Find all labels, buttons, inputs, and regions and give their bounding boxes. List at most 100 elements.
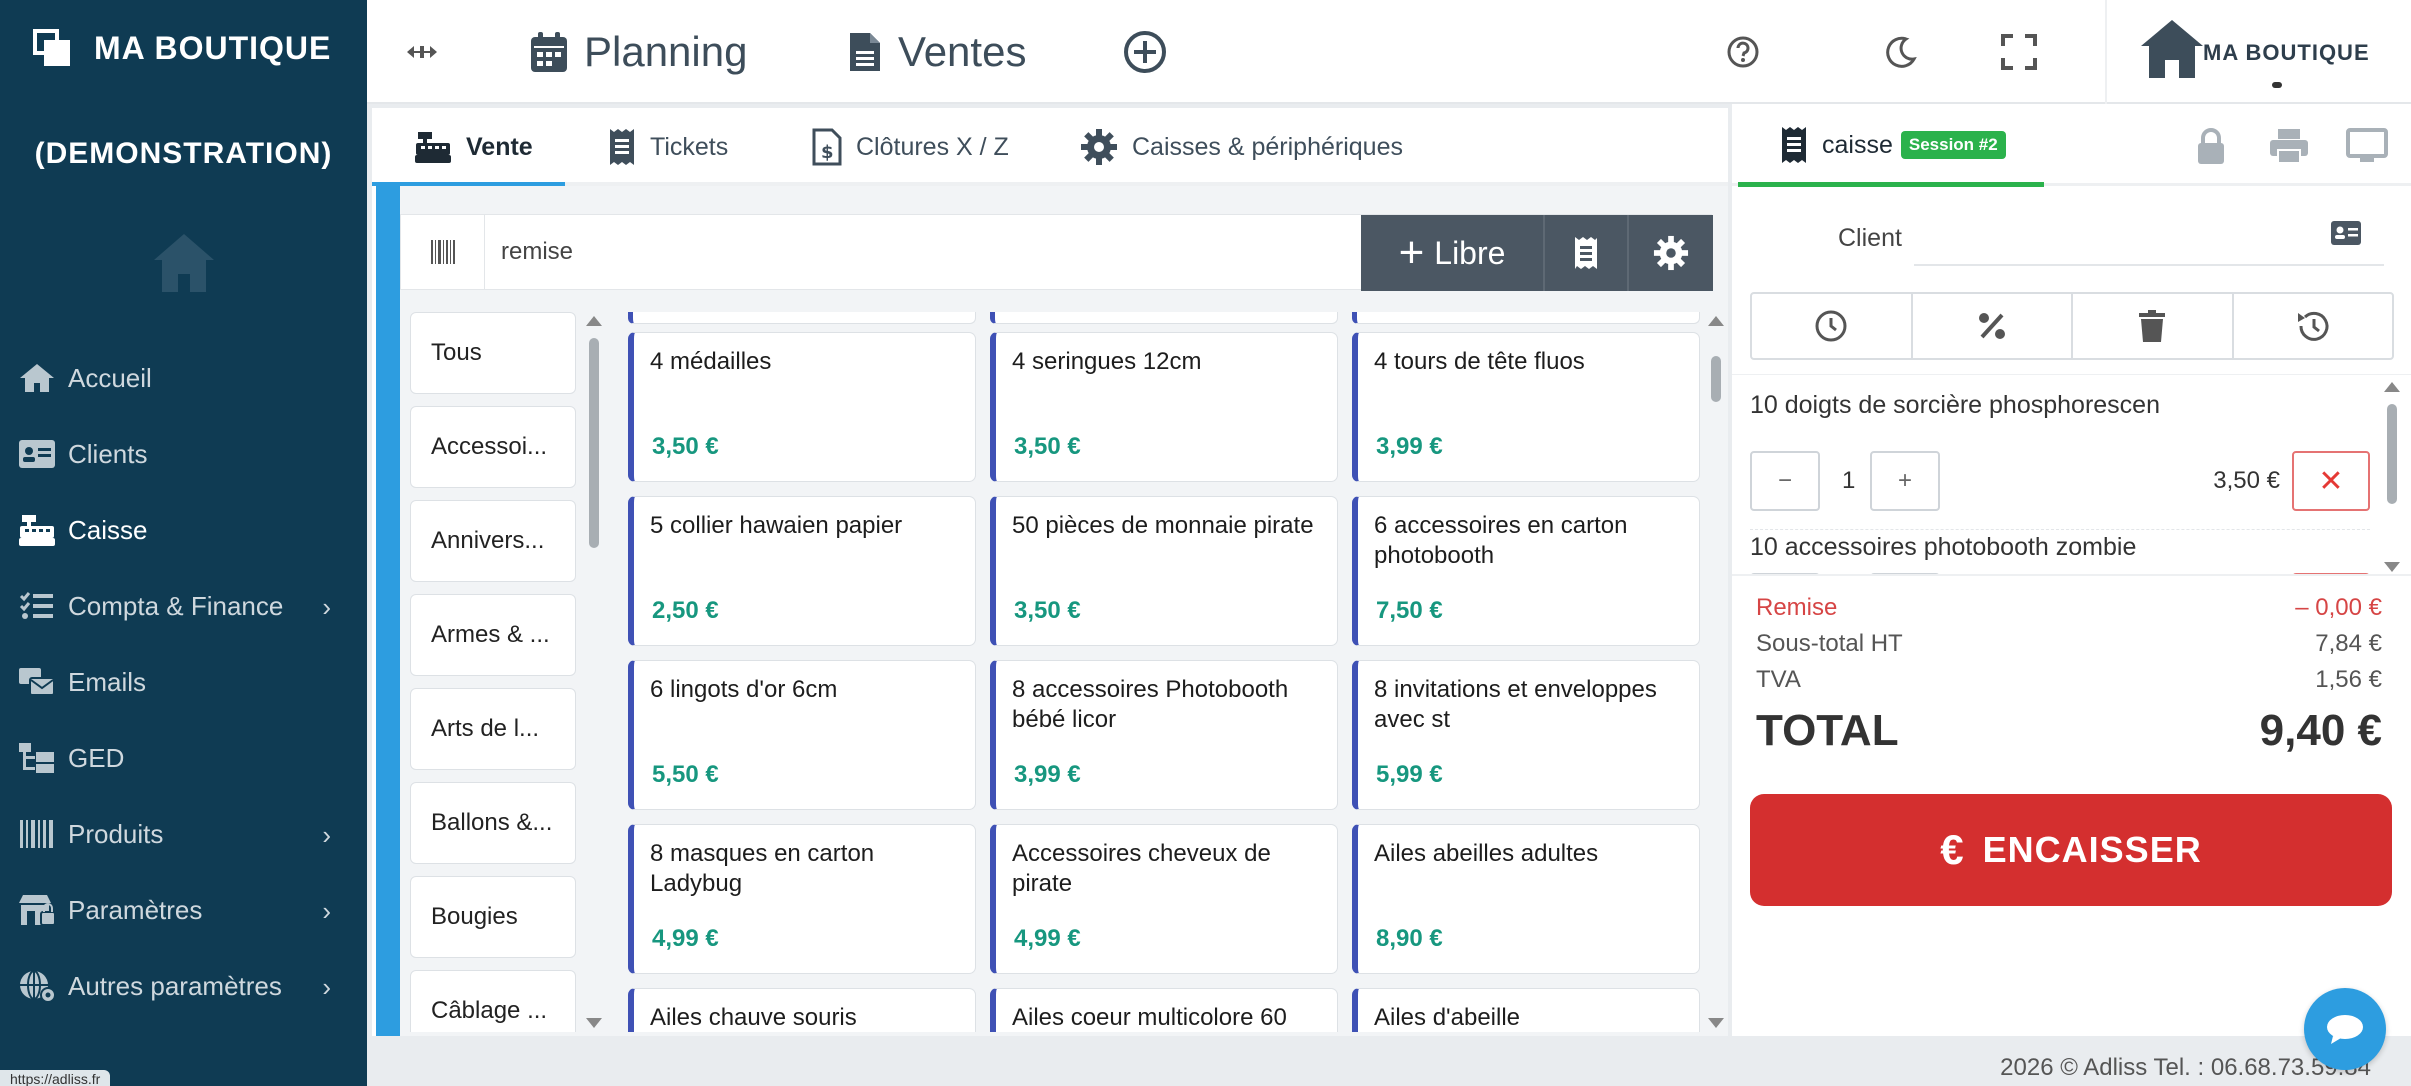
help-button[interactable]	[1721, 30, 1765, 74]
product-card[interactable]: 6 accessoires en carton photobooth 7,50 €	[1352, 496, 1700, 646]
sidebar-item-parametres[interactable]: Paramètres ›	[0, 872, 367, 948]
lock-button[interactable]	[2188, 124, 2234, 168]
category-item[interactable]: Tous	[410, 312, 576, 394]
customer-display-button[interactable]	[2344, 124, 2390, 168]
receipt-button[interactable]	[1545, 215, 1629, 291]
divider	[1750, 529, 2370, 530]
history-button[interactable]	[2234, 294, 2393, 358]
sidebar-item-emails[interactable]: Emails	[0, 644, 367, 720]
product-card-partial[interactable]	[990, 312, 1338, 324]
collapse-sidebar-button[interactable]	[405, 0, 439, 104]
product-name: 6 lingots d'or 6cm	[650, 676, 838, 703]
qty-increase-button[interactable]: +	[1870, 451, 1940, 511]
scroll-up-icon[interactable]	[586, 316, 602, 326]
tab-vente[interactable]: Vente	[414, 108, 533, 186]
libre-button[interactable]: + Libre	[1361, 215, 1545, 291]
category-item[interactable]: Accessoi...	[410, 406, 576, 488]
category-item[interactable]: Arts de l...	[410, 688, 576, 770]
product-card[interactable]: Ailes abeilles adultes 8,90 €	[1352, 824, 1700, 974]
product-name: Ailes chauve souris	[650, 1004, 857, 1031]
home-icon	[16, 360, 58, 396]
qty-value: 1	[1842, 467, 1856, 494]
category-item[interactable]: Câblage ...	[410, 970, 576, 1032]
encaisser-button[interactable]: € ENCAISSER	[1750, 794, 2392, 906]
category-item[interactable]: Armes & ...	[410, 594, 576, 676]
pending-button[interactable]	[1752, 294, 1913, 358]
product-card[interactable]: 8 masques en carton Ladybug 4,99 €	[628, 824, 976, 974]
subtotal-row: Sous-total HT 7,84 €	[1756, 630, 2382, 658]
dark-mode-toggle[interactable]	[1879, 30, 1923, 74]
category-item[interactable]: Annivers...	[410, 500, 576, 582]
tab-caisses[interactable]: Caisses & périphériques	[1080, 108, 1403, 186]
clock-icon	[1815, 310, 1847, 342]
product-card[interactable]: 4 seringues 12cm 3,50 €	[990, 332, 1338, 482]
product-card[interactable]: 6 lingots d'or 6cm 5,50 €	[628, 660, 976, 810]
tab-clotures[interactable]: $ Clôtures X / Z	[812, 108, 1009, 186]
search-input[interactable]	[501, 231, 1301, 273]
register-tabs: caisse Session #2	[1732, 104, 2411, 187]
scroll-down-icon[interactable]	[2384, 562, 2400, 572]
cart-scrollbar[interactable]	[2384, 382, 2400, 572]
sidebar-item-label: Autres paramètres	[68, 970, 282, 1001]
product-card[interactable]: Ailes coeur multicolore 60	[990, 988, 1338, 1032]
add-button[interactable]	[1123, 0, 1167, 104]
sidebar-item-label: Clients	[68, 438, 148, 469]
product-card[interactable]: 4 tours de tête fluos 3,99 €	[1352, 332, 1700, 482]
product-scrollbar[interactable]	[1708, 312, 1724, 1032]
scroll-down-icon[interactable]	[586, 1018, 602, 1028]
product-card[interactable]: 50 pièces de monnaie pirate 3,50 €	[990, 496, 1338, 646]
scroll-down-icon[interactable]	[1708, 1018, 1724, 1028]
category-item[interactable]: Bougies	[410, 876, 576, 958]
discount-button[interactable]	[1913, 294, 2073, 358]
receipt-icon	[1575, 237, 1597, 269]
scroll-thumb[interactable]	[1711, 356, 1721, 402]
product-card[interactable]: Accessoires cheveux de pirate 4,99 €	[990, 824, 1338, 974]
brand[interactable]: MA BOUTIQUE	[30, 26, 331, 70]
sidebar-item-compta[interactable]: Compta & Finance ›	[0, 568, 367, 644]
scroll-up-icon[interactable]	[1708, 316, 1724, 326]
product-card[interactable]: Ailes chauve souris	[628, 988, 976, 1032]
sidebar-item-ged[interactable]: GED	[0, 720, 367, 796]
product-price: 7,50 €	[1376, 597, 1443, 624]
cash-register-icon	[414, 130, 452, 164]
scroll-thumb[interactable]	[2387, 404, 2397, 504]
product-card[interactable]: 5 collier hawaien papier 2,50 €	[628, 496, 976, 646]
scroll-up-icon[interactable]	[2384, 382, 2400, 392]
sale-area: + Libre Tous Accessoi... Annivers... Arm…	[376, 186, 1728, 1036]
shop-menu[interactable]: MA BOUTIQUE	[2105, 0, 2411, 104]
client-card-button[interactable]	[2330, 220, 2362, 251]
tab-caisse[interactable]: caisse Session #2	[1738, 104, 2044, 186]
fullscreen-button[interactable]	[1997, 30, 2041, 74]
cart-lines: 10 doigts de sorcière phosphorescen − 1 …	[1732, 374, 2411, 574]
product-card[interactable]: 4 médailles 3,50 €	[628, 332, 976, 482]
client-field[interactable]	[1914, 214, 2384, 266]
settings-button[interactable]	[1629, 215, 1713, 291]
product-card[interactable]: 8 invitations et enveloppes avec st 5,99 …	[1352, 660, 1700, 810]
product-card-partial[interactable]	[628, 312, 976, 324]
sidebar-item-autres-parametres[interactable]: Autres paramètres ›	[0, 948, 367, 1024]
sidebar-item-accueil[interactable]: Accueil	[0, 340, 367, 416]
barcode-button[interactable]	[401, 215, 485, 289]
chat-button[interactable]	[2304, 988, 2386, 1070]
trash-icon	[2139, 310, 2166, 342]
category-scrollbar[interactable]	[586, 312, 602, 1032]
scroll-thumb[interactable]	[589, 338, 599, 548]
product-name: 6 accessoires en carton photobooth	[1374, 512, 1628, 569]
status-dot	[2272, 82, 2282, 88]
remove-line-button[interactable]: ✕	[2292, 451, 2370, 511]
receipt-icon	[1782, 127, 1806, 163]
sidebar-item-produits[interactable]: Produits ›	[0, 796, 367, 872]
print-button[interactable]	[2266, 124, 2312, 168]
nav-planning[interactable]: Planning	[530, 0, 747, 104]
product-card[interactable]: 8 accessoires Photobooth bébé licor 3,99 …	[990, 660, 1338, 810]
qty-decrease-button[interactable]: −	[1750, 451, 1820, 511]
sidebar-item-caisse[interactable]: Caisse	[0, 492, 367, 568]
clear-cart-button[interactable]	[2073, 294, 2234, 358]
sidebar-item-clients[interactable]: Clients	[0, 416, 367, 492]
tab-tickets[interactable]: Tickets	[608, 108, 728, 186]
product-card-partial[interactable]	[1352, 312, 1700, 324]
product-card[interactable]: Ailes d'abeille	[1352, 988, 1700, 1032]
nav-ventes[interactable]: Ventes	[848, 0, 1026, 104]
category-item[interactable]: Ballons &...	[410, 782, 576, 864]
expand-icon	[2001, 34, 2037, 70]
